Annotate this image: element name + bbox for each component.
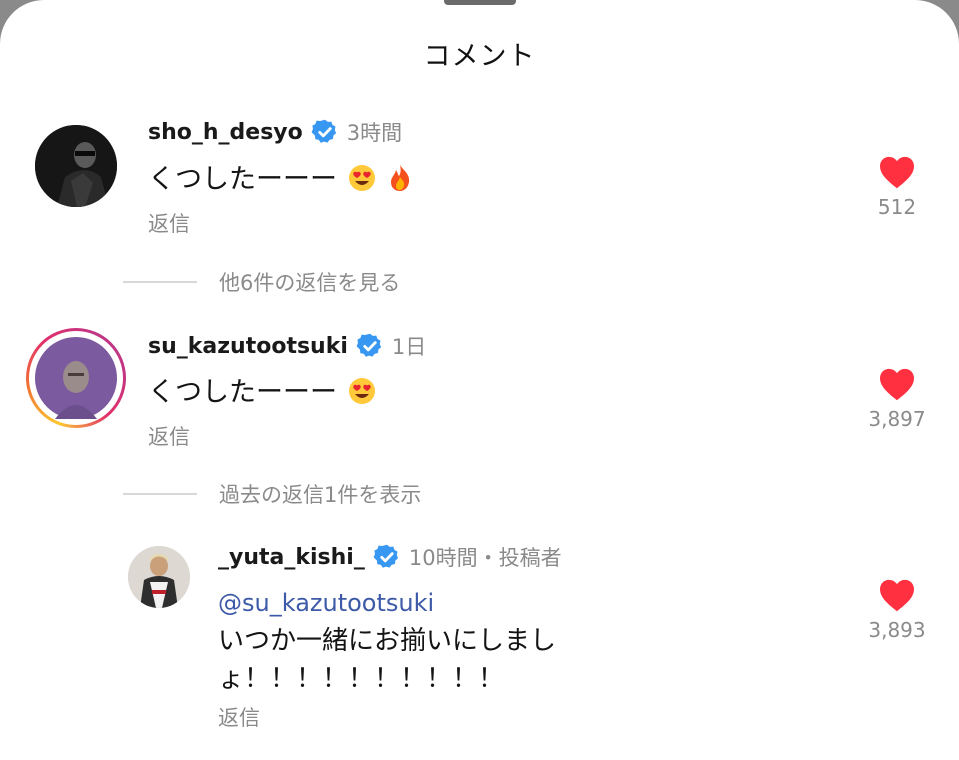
view-more-replies-label: 他6件の返信を見る (219, 271, 401, 295)
username[interactable]: _yuta_kishi_ (218, 545, 365, 570)
comment-text: くつしたーーー (148, 164, 337, 195)
avatar (35, 337, 117, 419)
reply-text-line-2: ょ！！！！！！！！！！ (218, 664, 505, 694)
like-button[interactable]: 3,897 (857, 367, 937, 431)
avatar[interactable] (128, 546, 190, 608)
sheet-title: コメント (423, 41, 536, 72)
verified-badge-icon (356, 333, 381, 357)
avatar-story-ring[interactable] (26, 328, 126, 428)
comment-time: 3時間 (346, 121, 403, 145)
sheet-grabber[interactable] (444, 0, 516, 5)
verified-badge-icon (311, 119, 336, 143)
reply-time: 10時間・投稿者 (408, 546, 562, 570)
comment-text: くつしたーーー (148, 377, 337, 408)
like-count: 3,897 (868, 407, 926, 431)
reply-button[interactable]: 返信 (148, 208, 190, 238)
view-previous-replies-label: 過去の返信1件を表示 (219, 483, 422, 507)
verified-badge-icon (373, 544, 398, 568)
like-button[interactable]: 512 (857, 155, 937, 219)
username[interactable]: su_kazutootsuki (148, 334, 348, 359)
heart-icon (880, 368, 914, 401)
avatar[interactable] (35, 125, 117, 207)
heart-eyes-emoji (348, 378, 375, 404)
comments-sheet: コメント sho_h_desyo 3時間 くつしたーーー 返信 512 他6件の… (0, 0, 959, 760)
reply-text-line-1: いつか一緒にお揃いにしまし (218, 626, 557, 656)
like-button[interactable]: 3,893 (857, 578, 937, 642)
reply-body: @su_kazutootsuki いつか一緒にお揃いにしまし ょ！！！！！！！！… (218, 584, 556, 698)
view-previous-replies[interactable]: 過去の返信1件を表示 (123, 479, 421, 509)
comment-body: くつしたーーー (148, 160, 414, 200)
heart-icon (880, 579, 914, 612)
comment-time: 1日 (391, 335, 427, 359)
divider-line (123, 281, 197, 283)
like-count: 512 (877, 195, 917, 219)
username[interactable]: sho_h_desyo (148, 120, 303, 145)
reply-button[interactable]: 返信 (218, 702, 260, 732)
view-more-replies[interactable]: 他6件の返信を見る (123, 267, 400, 297)
mention-link[interactable]: @su_kazutootsuki (218, 584, 556, 622)
heart-eyes-emoji (348, 165, 375, 191)
comment-header: sho_h_desyo 3時間 (148, 117, 402, 147)
comment-body: くつしたーーー (148, 373, 376, 413)
heart-icon (880, 156, 914, 189)
fire-emoji (391, 165, 410, 191)
reply-button[interactable]: 返信 (148, 421, 190, 451)
comment-header: su_kazutootsuki 1日 (148, 331, 426, 361)
divider-line (123, 493, 197, 495)
like-count: 3,893 (868, 618, 926, 642)
reply-header: _yuta_kishi_ 10時間・投稿者 (218, 542, 562, 572)
